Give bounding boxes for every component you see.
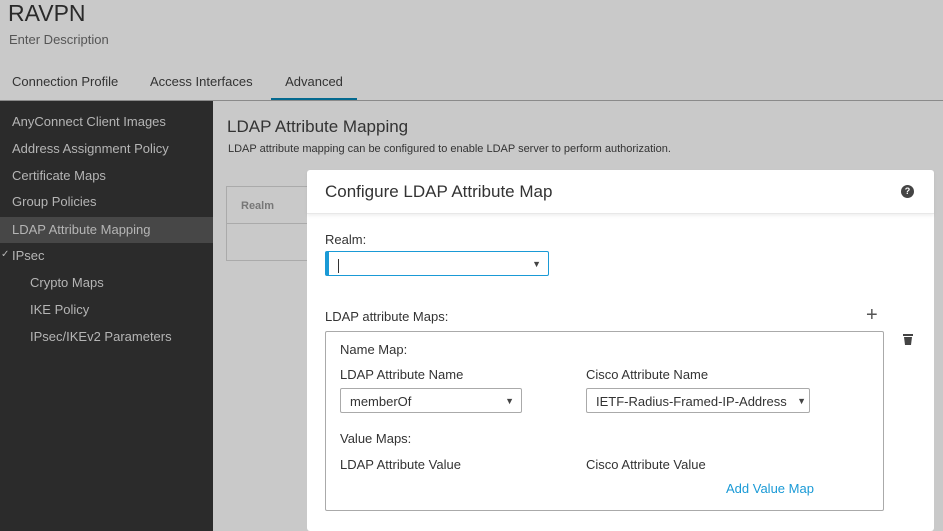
chevron-down-icon: ▼ — [532, 259, 541, 269]
sidebar-item-anyconnect-client-images[interactable]: AnyConnect Client Images — [0, 109, 213, 135]
tab-advanced[interactable]: Advanced — [271, 74, 357, 101]
add-map-icon[interactable]: + — [866, 304, 878, 327]
ldap-attribute-maps-label: LDAP attribute Maps: — [325, 309, 449, 324]
tab-connection-profile[interactable]: Connection Profile — [12, 74, 118, 101]
realm-label: Realm: — [325, 232, 367, 247]
page-description[interactable]: Enter Description — [9, 32, 109, 47]
sidebar-item-ldap-attribute-mapping[interactable]: LDAP Attribute Mapping — [0, 217, 213, 243]
text-cursor — [338, 258, 339, 273]
sidebar-item-address-assignment-policy[interactable]: Address Assignment Policy — [0, 136, 213, 162]
sidebar-item-certificate-maps[interactable]: Certificate Maps — [0, 163, 213, 189]
tab-access-interfaces[interactable]: Access Interfaces — [150, 74, 253, 101]
name-map-label: Name Map: — [340, 342, 408, 357]
delete-icon[interactable] — [903, 333, 913, 345]
ldap-attribute-name-select[interactable]: memberOf ▼ — [340, 388, 522, 413]
sidebar-item-ike-policy[interactable]: IKE Policy — [0, 297, 213, 323]
add-value-map-link[interactable]: Add Value Map — [726, 481, 814, 496]
ldap-attribute-name-label: LDAP Attribute Name — [340, 367, 464, 382]
cisco-attribute-name-select[interactable]: IETF-Radius-Framed-IP-Address ▼ — [586, 388, 810, 413]
sidebar-item-ipsec-ikev2-parameters[interactable]: IPsec/IKEv2 Parameters — [0, 324, 213, 350]
chevron-down-icon: ▼ — [505, 396, 514, 406]
help-icon[interactable]: ? — [901, 185, 914, 198]
realm-select[interactable]: ▼ — [325, 251, 549, 276]
page-title: RAVPN — [8, 0, 86, 26]
section-title: LDAP Attribute Mapping — [227, 117, 409, 136]
chevron-down-icon: ▼ — [797, 396, 806, 406]
ldap-attribute-value-label: LDAP Attribute Value — [340, 457, 461, 472]
dialog-title: Configure LDAP Attribute Map — [325, 182, 553, 201]
sidebar-item-group-policies[interactable]: Group Policies — [0, 189, 213, 215]
configure-ldap-attribute-map-dialog: Configure LDAP Attribute Map ? Realm: ▼ … — [307, 170, 934, 531]
section-description: LDAP attribute mapping can be configured… — [228, 143, 671, 155]
sidebar-item-crypto-maps[interactable]: Crypto Maps — [0, 270, 213, 296]
sidebar: AnyConnect Client Images Address Assignm… — [0, 101, 213, 531]
cisco-attribute-value-label: Cisco Attribute Value — [586, 457, 706, 472]
sidebar-item-ipsec[interactable]: IPsec — [0, 243, 213, 269]
value-maps-label: Value Maps: — [340, 431, 412, 446]
name-map-panel: Name Map: LDAP Attribute Name Cisco Attr… — [325, 331, 884, 511]
cisco-attribute-name-label: Cisco Attribute Name — [586, 367, 709, 382]
